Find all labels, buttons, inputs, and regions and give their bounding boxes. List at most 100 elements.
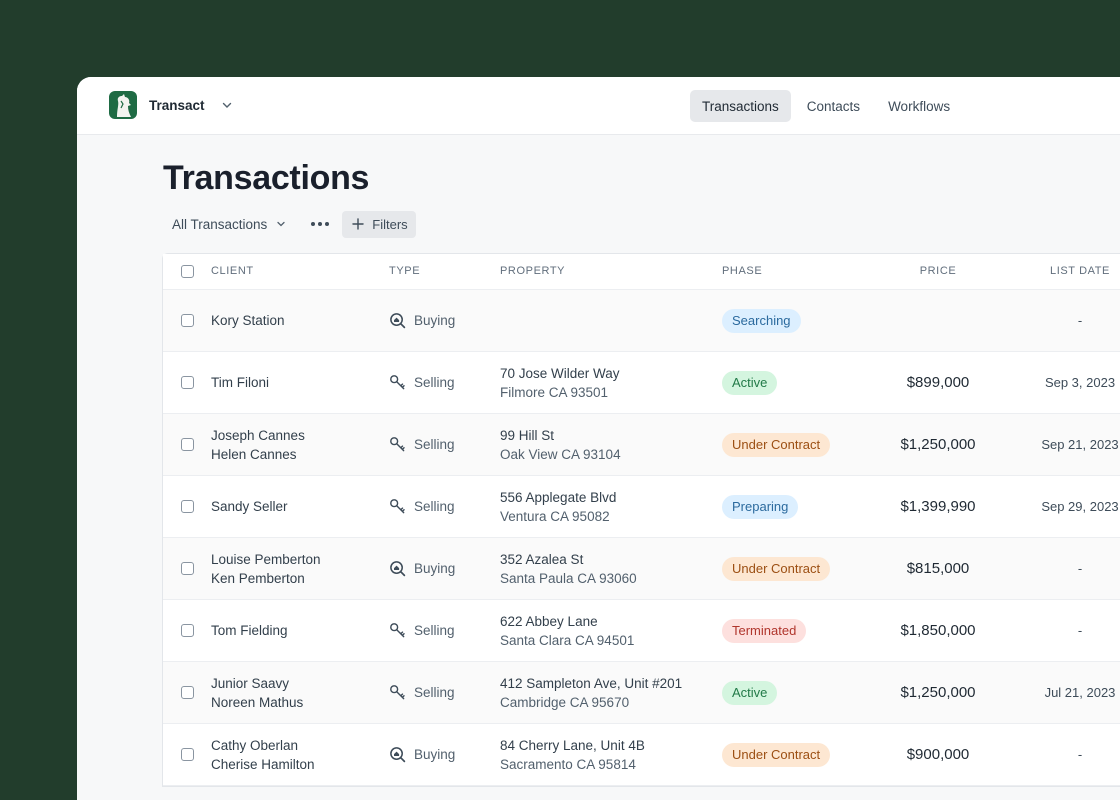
property-city: Ventura CA 95082 — [500, 508, 610, 524]
list-date-cell: Sep 3, 2023 — [1044, 375, 1116, 390]
client-name-secondary: Cherise Hamilton — [211, 756, 315, 772]
price-cell: $899,000 — [906, 374, 970, 391]
price-cell: $815,000 — [906, 560, 970, 577]
chevron-down-icon — [222, 102, 231, 108]
row-checkbox[interactable] — [180, 624, 194, 637]
property-cell: 556 Applegate Blvd Ventura CA 95082 — [500, 488, 722, 526]
row-checkbox[interactable] — [180, 562, 194, 575]
workspace-switcher[interactable]: Transact — [109, 91, 233, 119]
search-house-icon — [389, 560, 406, 577]
row-checkbox[interactable] — [180, 748, 194, 761]
list-date-cell: - — [1077, 747, 1083, 762]
phase-cell: Active — [722, 370, 866, 395]
type-cell: Buying — [389, 311, 500, 330]
list-date-cell: - — [1077, 623, 1083, 638]
list-date-cell: - — [1077, 313, 1083, 328]
type-label: Selling — [414, 375, 455, 390]
phase-cell: Searching — [722, 308, 866, 333]
key-icon — [389, 684, 406, 701]
property-address: 412 Sampleton Ave, Unit #201 — [500, 675, 683, 691]
column-header-type[interactable]: TYPE — [389, 262, 500, 281]
column-header-property[interactable]: PROPERTY — [500, 262, 722, 281]
row-checkbox[interactable] — [180, 314, 194, 327]
transact-logo-icon — [109, 91, 137, 119]
tab-workflows[interactable]: Workflows — [876, 90, 962, 122]
row-checkbox[interactable] — [180, 500, 194, 513]
table-row[interactable]: Tim Filoni Selling 70 Jose Wilder Way Filmo… — [163, 352, 1120, 414]
property-cell: 84 Cherry Lane, Unit 4B Sacramento CA 958… — [500, 736, 722, 774]
search-house-icon — [389, 312, 406, 329]
app-name: Transact — [149, 97, 205, 113]
type-cell: Selling — [389, 435, 500, 454]
phase-badge: Under Contract — [722, 556, 831, 581]
property-city: Santa Clara CA 94501 — [500, 632, 635, 648]
type-label: Selling — [414, 499, 455, 514]
phase-cell: Under Contract — [722, 432, 866, 457]
top-bar: Transact Transactions Contacts Workflows — [77, 77, 1120, 135]
client-cell: Cathy Oberlan Cherise Hamilton — [211, 736, 389, 774]
phase-badge: Terminated — [722, 618, 807, 643]
column-header-price[interactable]: PRICE — [866, 262, 1010, 281]
type-label: Selling — [414, 685, 455, 700]
price-cell: $1,250,000 — [900, 684, 976, 701]
type-cell: Buying — [389, 559, 500, 578]
client-cell: Louise Pemberton Ken Pemberton — [211, 550, 389, 588]
client-name: Junior Saavy — [211, 675, 290, 691]
client-cell: Sandy Seller — [211, 497, 389, 516]
column-header-phase[interactable]: PHASE — [722, 262, 866, 281]
search-house-icon — [389, 746, 406, 763]
type-cell: Selling — [389, 497, 500, 516]
table-row[interactable]: Junior Saavy Noreen Mathus Selling 412 Samp… — [163, 662, 1120, 724]
phase-badge: Searching — [722, 308, 801, 333]
key-icon — [389, 436, 406, 453]
client-cell: Tom Fielding — [211, 621, 389, 640]
list-date-cell: Sep 29, 2023 — [1041, 499, 1119, 514]
client-name: Louise Pemberton — [211, 551, 321, 567]
table-row[interactable]: Sandy Seller Selling 556 Applegate Blvd Ven… — [163, 476, 1120, 538]
client-name-secondary: Ken Pemberton — [211, 570, 305, 586]
column-header-list-date[interactable]: LIST DATE — [1010, 262, 1120, 281]
phase-badge: Active — [722, 680, 778, 705]
type-label: Selling — [414, 623, 455, 638]
table-row[interactable]: Kory Station Buying Searching - — [163, 290, 1120, 352]
table-row[interactable]: Louise Pemberton Ken Pemberton Buying 352 A… — [163, 538, 1120, 600]
property-address: 556 Applegate Blvd — [500, 489, 617, 505]
toolbar: All Transactions Filters — [163, 210, 416, 238]
row-checkbox[interactable] — [180, 376, 194, 389]
type-label: Buying — [414, 561, 456, 576]
property-address: 99 Hill St — [500, 427, 555, 443]
client-name: Sandy Seller — [211, 499, 288, 514]
list-date-cell: - — [1077, 561, 1083, 576]
tab-contacts[interactable]: Contacts — [795, 90, 872, 122]
client-cell: Junior Saavy Noreen Mathus — [211, 674, 389, 712]
chevron-down-icon — [277, 221, 285, 227]
table-header: CLIENT TYPE PROPERTY PHASE PRICE LIST DA… — [163, 254, 1120, 290]
client-cell: Tim Filoni — [211, 373, 389, 392]
page-title: Transactions — [163, 159, 370, 197]
client-name: Tom Fielding — [211, 623, 288, 638]
property-cell: 99 Hill St Oak View CA 93104 — [500, 426, 722, 464]
filters-button[interactable]: Filters — [342, 210, 416, 238]
phase-badge: Under Contract — [722, 432, 831, 457]
tab-transactions[interactable]: Transactions — [690, 90, 791, 122]
client-name-secondary: Noreen Mathus — [211, 694, 304, 710]
row-checkbox[interactable] — [180, 686, 194, 699]
more-options-button[interactable] — [306, 210, 334, 238]
view-selector[interactable]: All Transactions — [163, 210, 296, 238]
property-address: 622 Abbey Lane — [500, 613, 598, 629]
table-row[interactable]: Joseph Cannes Helen Cannes Selling 99 Hill … — [163, 414, 1120, 476]
table-row[interactable]: Cathy Oberlan Cherise Hamilton Buying 84 Ch… — [163, 724, 1120, 786]
property-address: 70 Jose Wilder Way — [500, 365, 620, 381]
property-address: 84 Cherry Lane, Unit 4B — [500, 737, 645, 753]
table-row[interactable]: Tom Fielding Selling 622 Abbey Lane Santa C… — [163, 600, 1120, 662]
list-date-cell: Jul 21, 2023 — [1044, 685, 1116, 700]
property-city: Filmore CA 93501 — [500, 384, 609, 400]
transactions-table: CLIENT TYPE PROPERTY PHASE PRICE LIST DA… — [162, 253, 1120, 787]
property-city: Santa Paula CA 93060 — [500, 570, 637, 586]
plus-icon — [352, 218, 364, 230]
phase-cell: Under Contract — [722, 742, 866, 767]
select-all-checkbox[interactable] — [180, 265, 194, 278]
column-header-client[interactable]: CLIENT — [211, 262, 389, 281]
phase-badge: Under Contract — [722, 742, 831, 767]
row-checkbox[interactable] — [180, 438, 194, 451]
